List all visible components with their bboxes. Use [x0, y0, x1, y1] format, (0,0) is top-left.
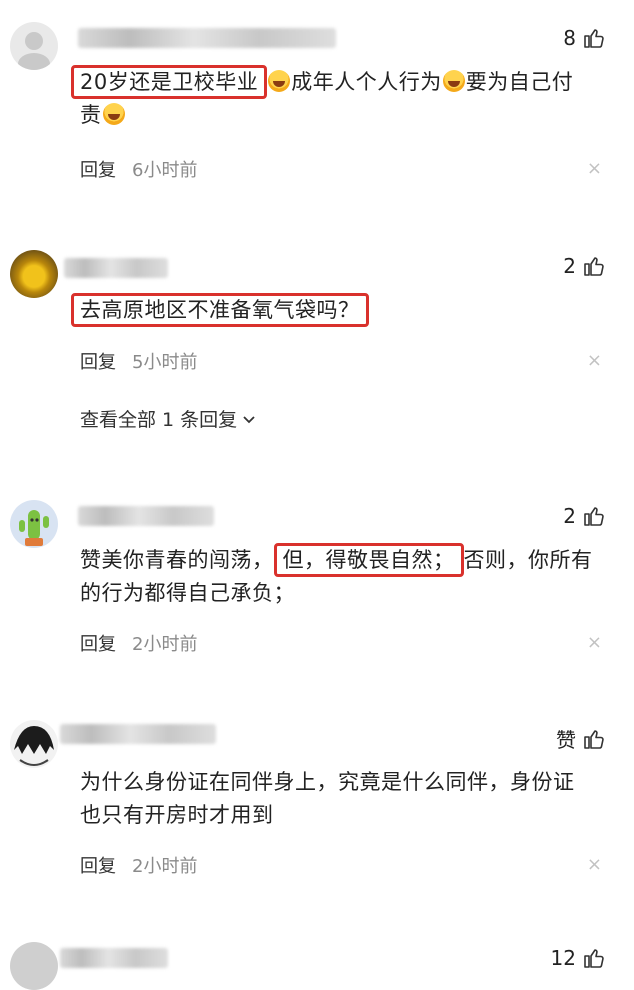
comment-text-part: 要为自己付	[465, 70, 574, 94]
close-icon[interactable]: ×	[587, 158, 602, 179]
thumbs-up-icon	[584, 949, 604, 968]
username-blurred[interactable]	[78, 28, 336, 48]
comment-text-part: 责	[80, 103, 102, 127]
comment-3: 2 赞美你青春的闯荡， 但，得敬畏自然； 否则，你所有的行为都得自己承负； 回复 2…	[0, 490, 634, 670]
like-button[interactable]: 2	[563, 254, 606, 278]
comment-text-part: 也只有开房时才用到	[80, 803, 274, 827]
thumbs-up-icon	[584, 729, 604, 749]
view-all-replies-link[interactable]: 查看全部 1 条回复	[80, 405, 257, 432]
laughing-crying-emoji-icon	[442, 70, 465, 92]
like-count: 8	[563, 26, 576, 50]
comment-text: 赞美你青春的闯荡， 但，得敬畏自然； 否则，你所有的行为都得自己承负；	[80, 543, 610, 610]
reply-button[interactable]: 回复	[80, 630, 116, 656]
comment-2: 2 去高原地区不准备氧气袋吗？ 回复 5小时前 × 查看全部 1 条回复	[0, 240, 634, 440]
like-count: 12	[550, 946, 576, 970]
username-blurred[interactable]	[60, 724, 216, 744]
like-button[interactable]: 12	[551, 946, 606, 970]
like-count: 2	[563, 504, 576, 528]
highlighted-text: 20岁还是卫校毕业	[71, 65, 268, 99]
view-all-replies-label: 查看全部 1 条回复	[80, 409, 238, 431]
thumbs-up-icon	[584, 507, 604, 526]
username-blurred[interactable]	[60, 948, 168, 968]
comment-5: 12	[0, 930, 634, 990]
comment-text-part: 成年人个人行为	[291, 70, 442, 94]
comment-text-part: 为什么身份证在同伴身上，究竟是什么同伴，身份证	[80, 770, 575, 794]
username-blurred[interactable]	[78, 506, 214, 526]
avatar[interactable]	[10, 942, 58, 990]
thumbs-up-icon	[584, 257, 604, 276]
reply-button[interactable]: 回复	[80, 852, 116, 878]
close-icon[interactable]: ×	[587, 854, 602, 875]
username-blurred[interactable]	[64, 258, 168, 278]
reply-button[interactable]: 回复	[80, 348, 116, 374]
comment-text-part: 赞美你青春的闯荡，	[80, 548, 274, 572]
comment-text: 为什么身份证在同伴身上，究竟是什么同伴，身份证 也只有开房时才用到	[80, 766, 610, 832]
avatar[interactable]	[10, 250, 58, 298]
highlighted-text: 但，得敬畏自然；	[273, 543, 464, 577]
highlighted-text: 去高原地区不准备氧气袋吗？	[71, 293, 369, 327]
comment-meta: 回复 2小时前	[80, 630, 197, 656]
close-icon[interactable]: ×	[587, 632, 602, 653]
laughing-crying-emoji-icon	[102, 103, 125, 125]
comment-1: 8 20岁还是卫校毕业 成年人个人行为 要为自己付责 回复 6小时前 ×	[0, 0, 634, 200]
comment-text-part: 的行为都得自己承负；	[80, 581, 295, 605]
avatar[interactable]	[10, 720, 58, 768]
comment-meta: 回复 5小时前	[80, 348, 197, 374]
comment-text-part: 否则，你所有	[463, 548, 593, 572]
comment-meta: 回复 2小时前	[80, 852, 197, 878]
close-icon[interactable]: ×	[587, 350, 602, 371]
avatar[interactable]	[10, 22, 58, 70]
like-button[interactable]: 2	[563, 504, 606, 528]
reply-button[interactable]: 回复	[80, 156, 116, 182]
chevron-down-icon	[243, 415, 255, 423]
anime-avatar-icon	[14, 726, 54, 766]
timestamp: 5小时前	[132, 352, 198, 373]
comment-text: 20岁还是卫校毕业 成年人个人行为 要为自己付责	[71, 65, 610, 132]
like-count: 2	[563, 254, 576, 278]
avatar[interactable]	[10, 500, 58, 548]
cactus-avatar-icon	[19, 510, 49, 546]
comment-text: 去高原地区不准备氧气袋吗？	[71, 293, 610, 327]
thumbs-up-icon	[584, 29, 604, 48]
default-avatar-icon	[18, 32, 50, 70]
comment-meta: 回复 6小时前	[80, 156, 197, 182]
like-button[interactable]: 8	[563, 26, 606, 50]
timestamp: 2小时前	[132, 856, 198, 877]
like-label: 赞	[556, 728, 576, 752]
like-button[interactable]: 赞	[556, 724, 606, 753]
timestamp: 6小时前	[132, 160, 198, 181]
comment-4: 赞 为什么身份证在同伴身上，究竟是什么同伴，身份证 也只有开房时才用到 回复 2小…	[0, 710, 634, 910]
timestamp: 2小时前	[132, 634, 198, 655]
laughing-crying-emoji-icon	[268, 70, 291, 92]
